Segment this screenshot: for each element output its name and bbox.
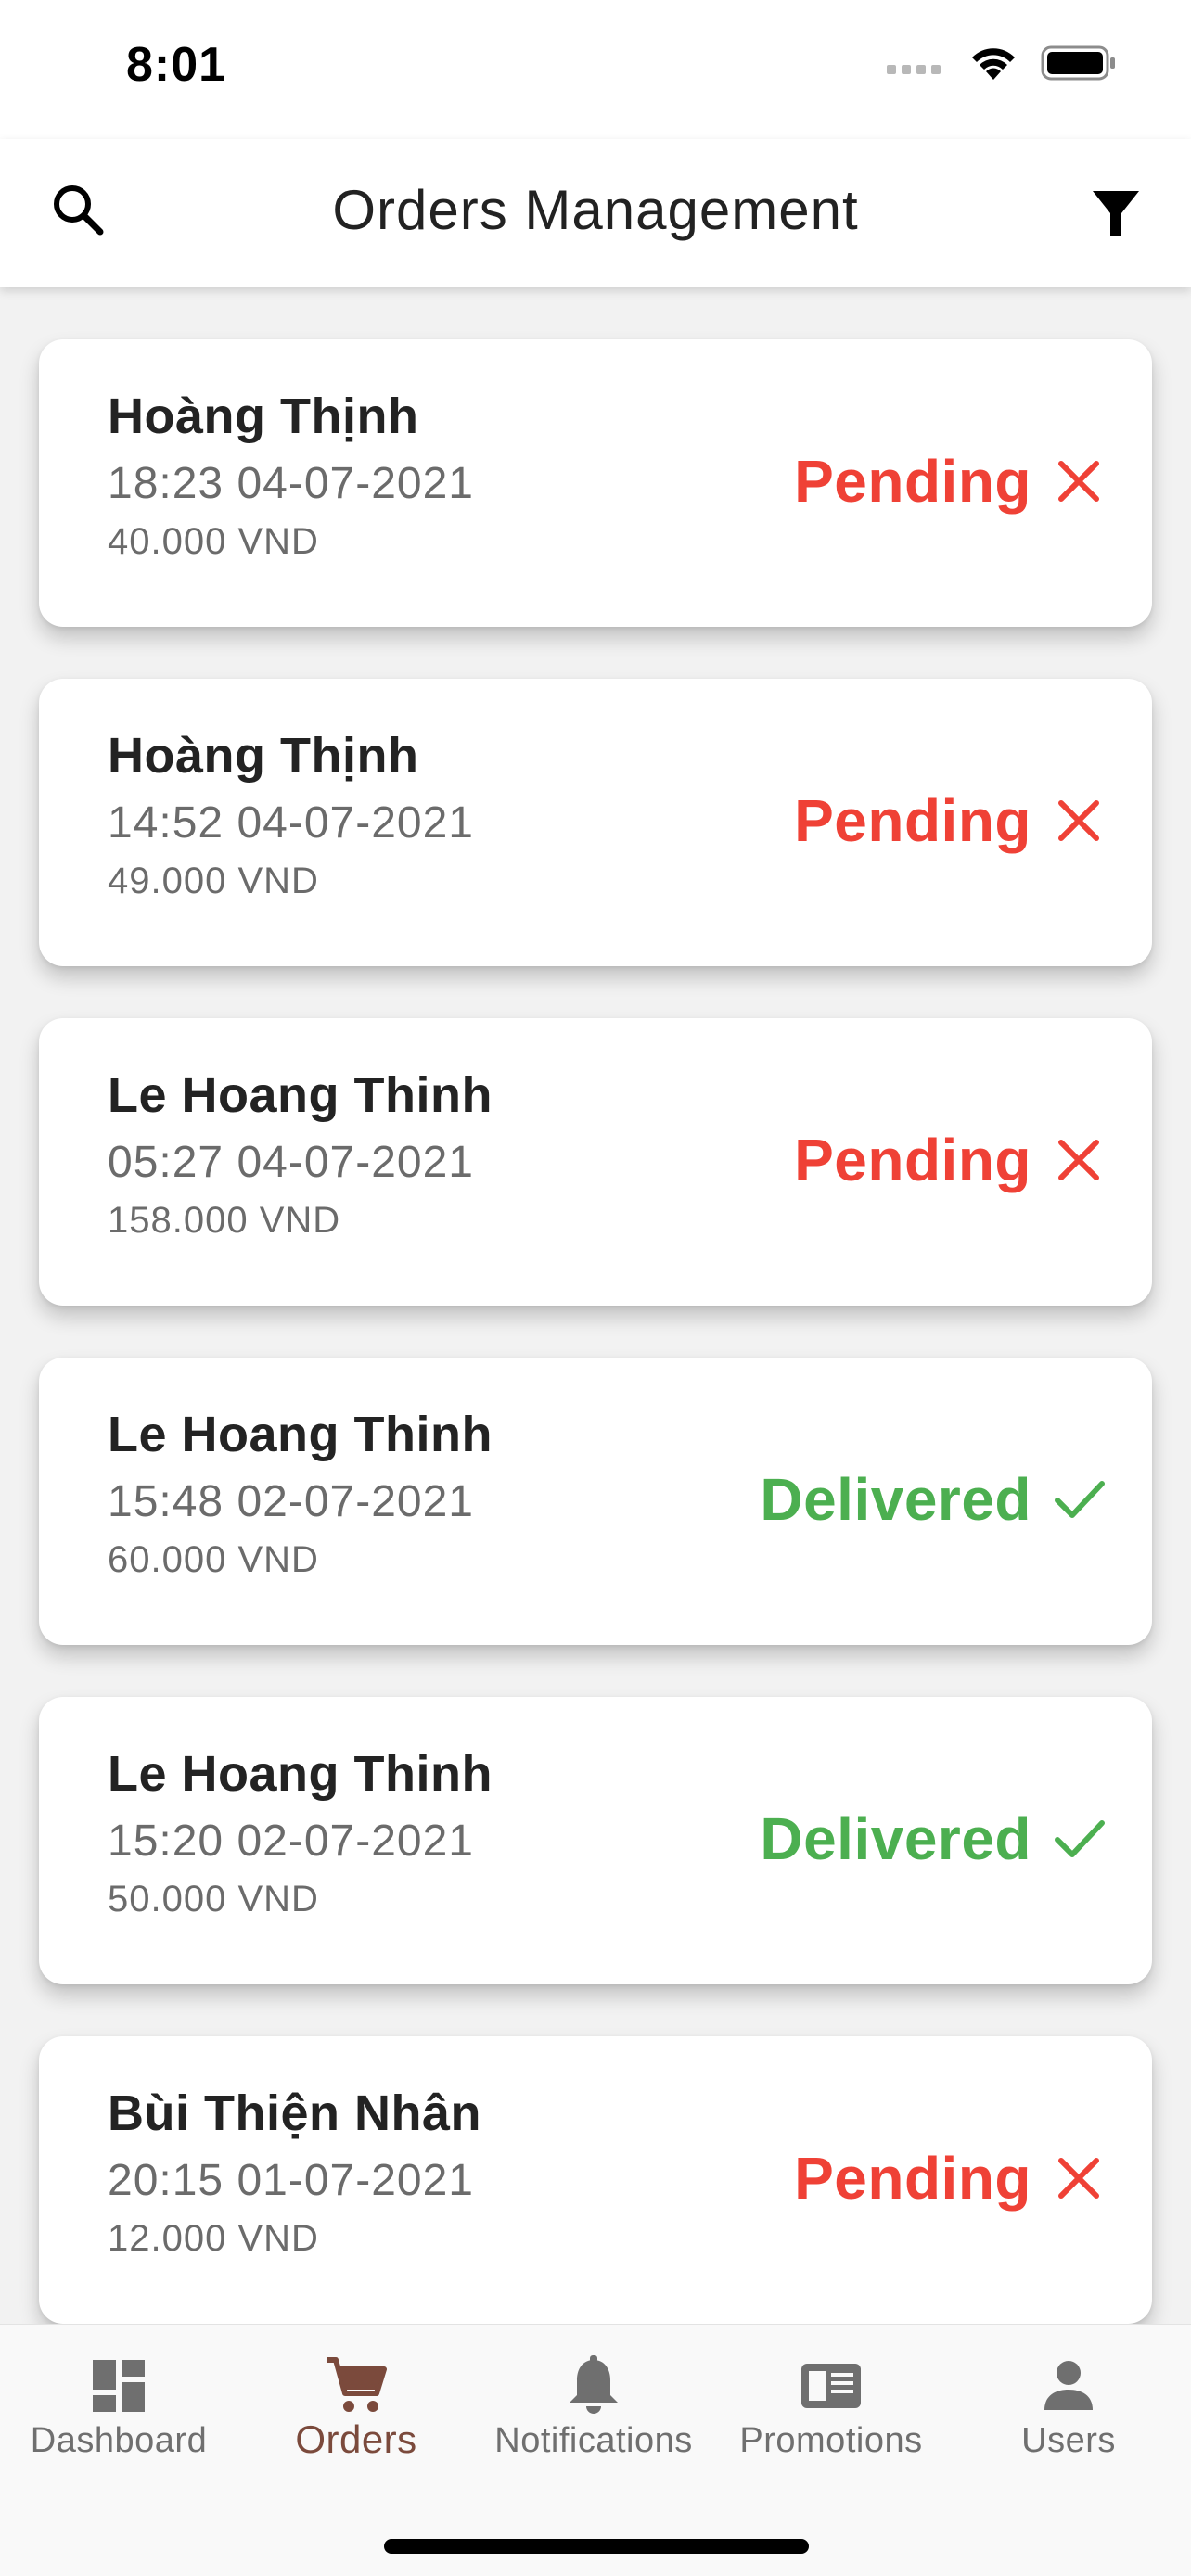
order-amount: 40.000 VND: [108, 521, 319, 562]
order-card[interactable]: Le Hoang Thinh 15:48 02-07-2021 60.000 V…: [39, 1358, 1152, 1645]
order-card[interactable]: Le Hoang Thinh 05:27 04-07-2021 158.000 …: [39, 1018, 1152, 1306]
home-indicator: [384, 2539, 809, 2554]
status-bar: 8:01: [0, 0, 1191, 139]
person-icon: [1044, 2361, 1093, 2410]
dashboard-icon: [93, 2360, 145, 2412]
nav-label-orders: Orders: [295, 2417, 417, 2461]
nav-item-promotions[interactable]: Promotions: [712, 2325, 950, 2492]
order-status: Delivered: [760, 1466, 1031, 1533]
status-icons: [887, 45, 1117, 82]
order-customer-name: Le Hoang Thinh: [108, 1407, 493, 1462]
order-status: Delivered: [760, 1805, 1031, 1872]
nav-item-notifications[interactable]: Notifications: [475, 2325, 712, 2492]
order-time: 14:52 04-07-2021: [108, 798, 474, 848]
order-status: Pending: [794, 2145, 1031, 2212]
order-card[interactable]: Hoàng Thịnh 14:52 04-07-2021 49.000 VND …: [39, 679, 1152, 966]
check-icon: [1055, 1820, 1105, 1857]
app-bar: Orders Management: [0, 139, 1191, 287]
orders-list[interactable]: Hoàng Thịnh 18:23 04-07-2021 40.000 VND …: [0, 287, 1191, 2324]
cart-icon: [327, 2357, 387, 2412]
battery-icon: [1041, 45, 1115, 81]
wifi-icon: [972, 48, 1015, 80]
screen: 8:01 Orders Management Hoàng Thịnh 18:23…: [0, 0, 1191, 2576]
nav-item-dashboard[interactable]: Dashboard: [0, 2325, 237, 2492]
order-customer-name: Le Hoang Thinh: [108, 1746, 493, 1802]
order-card[interactable]: Hoàng Thịnh 18:23 04-07-2021 40.000 VND …: [39, 339, 1152, 627]
order-amount: 49.000 VND: [108, 861, 319, 901]
status-time: 8:01: [126, 38, 227, 92]
nav-label-users: Users: [1021, 2421, 1116, 2460]
check-icon: [1055, 1481, 1105, 1518]
order-card[interactable]: Le Hoang Thinh 15:20 02-07-2021 50.000 V…: [39, 1697, 1152, 1984]
order-amount: 50.000 VND: [108, 1879, 319, 1919]
order-customer-name: Bùi Thiện Nhân: [108, 2085, 481, 2141]
order-card[interactable]: Bùi Thiện Nhân 20:15 01-07-2021 12.000 V…: [39, 2036, 1152, 2324]
close-icon[interactable]: [1046, 449, 1111, 514]
order-status: Pending: [794, 787, 1031, 854]
bell-icon: [570, 2355, 618, 2414]
filter-button[interactable]: [1083, 182, 1148, 247]
page-title: Orders Management: [332, 179, 859, 241]
order-time: 15:20 02-07-2021: [108, 1817, 474, 1866]
order-status: Pending: [794, 1127, 1031, 1193]
nav-label-dashboard: Dashboard: [30, 2421, 208, 2460]
order-time: 15:48 02-07-2021: [108, 1477, 474, 1526]
nav-item-orders[interactable]: Orders: [237, 2325, 475, 2492]
nav-item-users[interactable]: Users: [950, 2325, 1187, 2492]
order-amount: 12.000 VND: [108, 2218, 319, 2259]
order-customer-name: Hoàng Thịnh: [108, 728, 419, 784]
order-customer-name: Hoàng Thịnh: [108, 389, 419, 444]
close-icon[interactable]: [1046, 788, 1111, 853]
order-time: 18:23 04-07-2021: [108, 459, 474, 508]
cellular-signal-icon: [887, 65, 941, 74]
nav-label-promotions: Promotions: [739, 2421, 923, 2460]
close-icon[interactable]: [1046, 1128, 1111, 1192]
filter-icon: [1093, 191, 1139, 236]
order-amount: 158.000 VND: [108, 1200, 341, 1241]
close-icon[interactable]: [1046, 2146, 1111, 2211]
order-amount: 60.000 VND: [108, 1539, 319, 1580]
nav-label-notifications: Notifications: [494, 2421, 693, 2460]
order-time: 20:15 01-07-2021: [108, 2156, 474, 2205]
order-status: Pending: [794, 448, 1031, 515]
order-customer-name: Le Hoang Thinh: [108, 1067, 493, 1123]
order-time: 05:27 04-07-2021: [108, 1138, 474, 1187]
newspaper-icon: [801, 2364, 861, 2408]
